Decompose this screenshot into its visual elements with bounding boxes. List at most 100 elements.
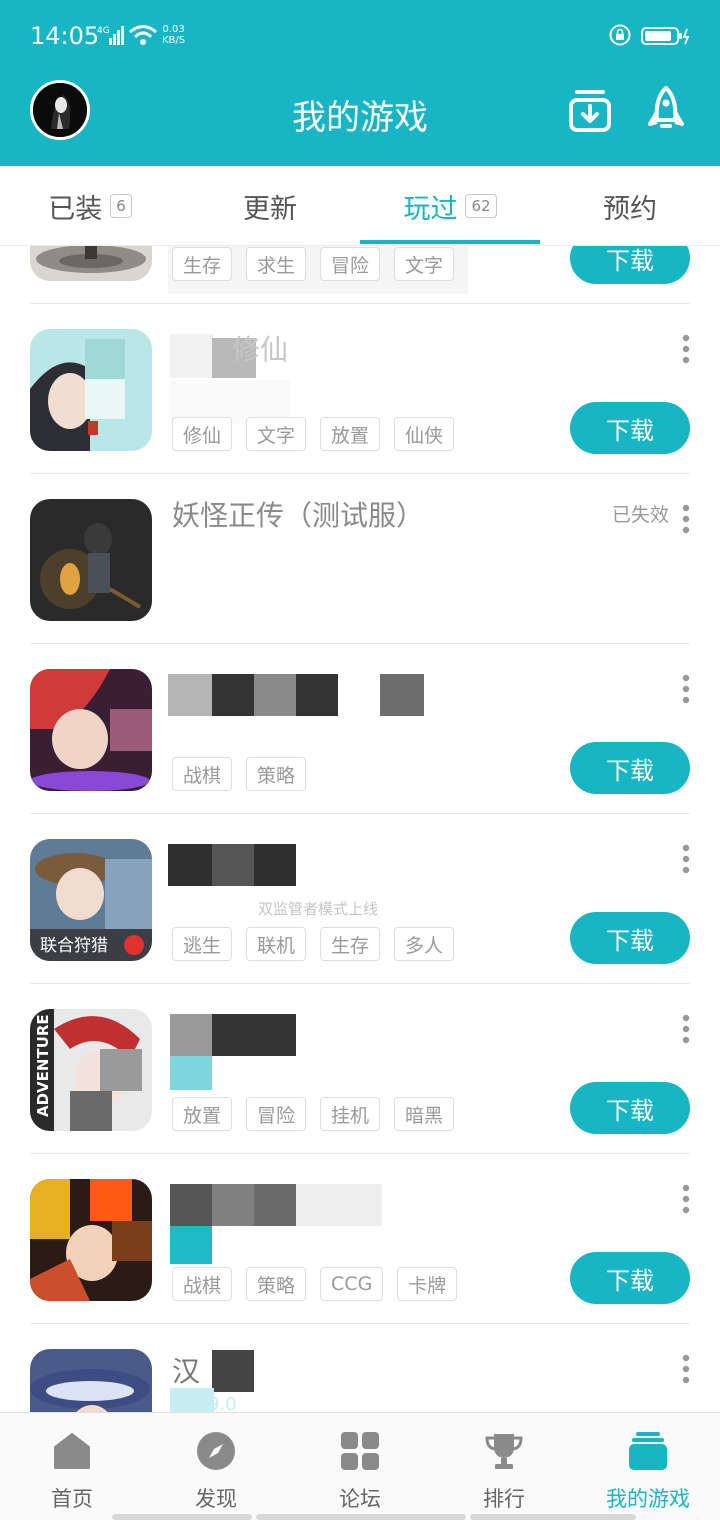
list-item[interactable]: 战棋 策略 下载 bbox=[0, 644, 720, 814]
gesture-bar bbox=[470, 1514, 636, 1520]
list-item[interactable]: 生存 求生 冒险 文字 下载 bbox=[0, 246, 720, 304]
mosaic-overlay bbox=[254, 844, 296, 886]
list-item[interactable]: 战棋 策略 CCG 卡牌 下载 bbox=[0, 1154, 720, 1324]
download-manager-icon[interactable] bbox=[569, 86, 611, 132]
tag: CCG bbox=[320, 1267, 384, 1301]
list-item[interactable]: 联合狩猎 双监管者模式上线 逃生 联机 生存 多人 下载 bbox=[0, 814, 720, 984]
rotation-lock-icon bbox=[609, 24, 631, 46]
tag: 冒险 bbox=[246, 1097, 307, 1131]
mosaic-overlay bbox=[170, 334, 214, 378]
mosaic-overlay bbox=[170, 1184, 214, 1226]
tab-updates-label: 更新 bbox=[243, 193, 297, 225]
game-icon[interactable] bbox=[30, 246, 152, 281]
nav-my-games-label: 我的游戏 bbox=[606, 1487, 690, 1511]
tab-bar: 已装 6 更新 玩过 62 预约 bbox=[0, 166, 720, 246]
game-icon-art bbox=[30, 1179, 152, 1301]
mosaic-overlay bbox=[170, 1056, 212, 1090]
tag: 文字 bbox=[246, 417, 307, 451]
game-name: 修仙 bbox=[232, 333, 289, 366]
home-icon bbox=[54, 1433, 90, 1469]
wifi-icon bbox=[129, 25, 157, 45]
mosaic-overlay bbox=[212, 674, 254, 716]
more-options-icon[interactable] bbox=[676, 674, 696, 704]
game-icon-art bbox=[30, 499, 152, 621]
nav-ranking[interactable]: 排行 bbox=[432, 1413, 576, 1520]
status-bar: 14:05 4G 0.03 KB/S bbox=[0, 0, 720, 72]
tab-updates[interactable]: 更新 bbox=[180, 166, 360, 246]
game-icon[interactable] bbox=[30, 669, 152, 791]
tag-list: 生存 求生 冒险 文字 bbox=[172, 247, 455, 281]
page-title: 我的游戏 bbox=[292, 98, 428, 138]
game-icon[interactable] bbox=[30, 1349, 152, 1412]
more-options-icon[interactable] bbox=[676, 844, 696, 874]
download-button[interactable]: 下载 bbox=[570, 912, 690, 964]
tag: 战棋 bbox=[172, 757, 233, 791]
nav-discover-label: 发现 bbox=[195, 1487, 237, 1511]
compass-icon bbox=[197, 1432, 235, 1470]
tab-installed[interactable]: 已装 6 bbox=[0, 166, 180, 246]
tag-list: 逃生 联机 生存 多人 bbox=[172, 927, 455, 961]
tag: 修仙 bbox=[172, 417, 233, 451]
game-name: 妖怪正传（测试服） bbox=[172, 499, 425, 532]
mosaic-overlay bbox=[380, 674, 424, 716]
tab-installed-label: 已装 bbox=[48, 193, 103, 225]
tag: 冒险 bbox=[320, 247, 381, 281]
download-button[interactable]: 下载 bbox=[570, 1082, 690, 1134]
game-icon[interactable]: 联合狩猎 bbox=[30, 839, 152, 961]
tab-played-label: 玩过 bbox=[403, 193, 458, 225]
tag-list: 战棋 策略 CCG 卡牌 bbox=[172, 1267, 458, 1301]
nav-forum-label: 论坛 bbox=[339, 1487, 381, 1511]
nav-home[interactable]: 首页 bbox=[0, 1413, 144, 1520]
network-speed: 0.03 KB/S bbox=[162, 24, 185, 46]
played-games-list[interactable]: 生存 求生 冒险 文字 下载 修仙 修仙 文字 放置 仙侠 下载 妖怪正传（测试… bbox=[0, 246, 720, 1412]
tab-reserved[interactable]: 预约 bbox=[540, 166, 720, 246]
grid-icon bbox=[341, 1432, 379, 1470]
bottom-nav: 首页 发现 论坛 排行 我的游戏 bbox=[0, 1412, 720, 1520]
list-item[interactable]: 修仙 修仙 文字 放置 仙侠 下载 bbox=[0, 304, 720, 474]
tab-played[interactable]: 玩过 62 bbox=[360, 166, 540, 246]
tag: 求生 bbox=[246, 247, 307, 281]
game-icon[interactable]: ADVENTURE bbox=[30, 1009, 152, 1131]
game-icon[interactable] bbox=[30, 499, 152, 621]
download-button[interactable]: 下载 bbox=[570, 402, 690, 454]
status-time: 14:05 bbox=[30, 22, 100, 50]
mosaic-overlay bbox=[212, 1184, 254, 1226]
tag: 策略 bbox=[246, 1267, 307, 1301]
nav-discover[interactable]: 发现 bbox=[144, 1413, 288, 1520]
list-item[interactable]: 妖怪正传（测试服） 已失效 bbox=[0, 474, 720, 644]
cellular-signal-icon: 4G bbox=[97, 26, 124, 45]
mosaic-overlay bbox=[254, 674, 296, 716]
more-options-icon[interactable] bbox=[676, 1354, 696, 1384]
game-icon[interactable] bbox=[30, 329, 152, 451]
network-speed-unit: KB/S bbox=[162, 35, 186, 46]
game-icon[interactable] bbox=[30, 1179, 152, 1301]
more-options-icon[interactable] bbox=[676, 1014, 696, 1044]
download-button[interactable]: 下载 bbox=[570, 742, 690, 794]
tab-installed-count: 6 bbox=[110, 194, 132, 218]
tag: 放置 bbox=[320, 417, 381, 451]
more-options-icon[interactable] bbox=[676, 504, 696, 534]
nav-my-games[interactable]: 我的游戏 bbox=[576, 1413, 720, 1520]
nav-forum[interactable]: 论坛 bbox=[288, 1413, 432, 1520]
download-button[interactable]: 下载 bbox=[570, 246, 690, 284]
stack-icon bbox=[629, 1432, 667, 1470]
app-header: 我的游戏 bbox=[0, 72, 720, 166]
mosaic-overlay bbox=[212, 1350, 254, 1392]
list-item[interactable]: ADVENTURE 放置 冒险 挂机 暗黑 下载 bbox=[0, 984, 720, 1154]
more-options-icon[interactable] bbox=[676, 334, 696, 364]
download-button[interactable]: 下载 bbox=[570, 1252, 690, 1304]
tag: 放置 bbox=[172, 1097, 233, 1131]
rocket-speedup-icon[interactable] bbox=[645, 86, 687, 132]
tag: 仙侠 bbox=[394, 417, 455, 451]
more-options-icon[interactable] bbox=[676, 1184, 696, 1214]
tag-list: 放置 冒险 挂机 暗黑 bbox=[172, 1097, 455, 1131]
tag: 文字 bbox=[394, 247, 455, 281]
game-icon-art: ADVENTURE bbox=[30, 1009, 152, 1131]
list-item[interactable]: 汉 9.0 bbox=[0, 1324, 720, 1412]
battery-charging-icon bbox=[641, 27, 690, 45]
game-icon-art bbox=[30, 329, 152, 451]
tag: 战棋 bbox=[172, 1267, 233, 1301]
game-icon-art: 联合狩猎 bbox=[30, 839, 152, 961]
expired-status: 已失效 bbox=[612, 504, 670, 526]
app-root: { "status_bar": {"time": "14:05", "netwo… bbox=[0, 0, 720, 1520]
